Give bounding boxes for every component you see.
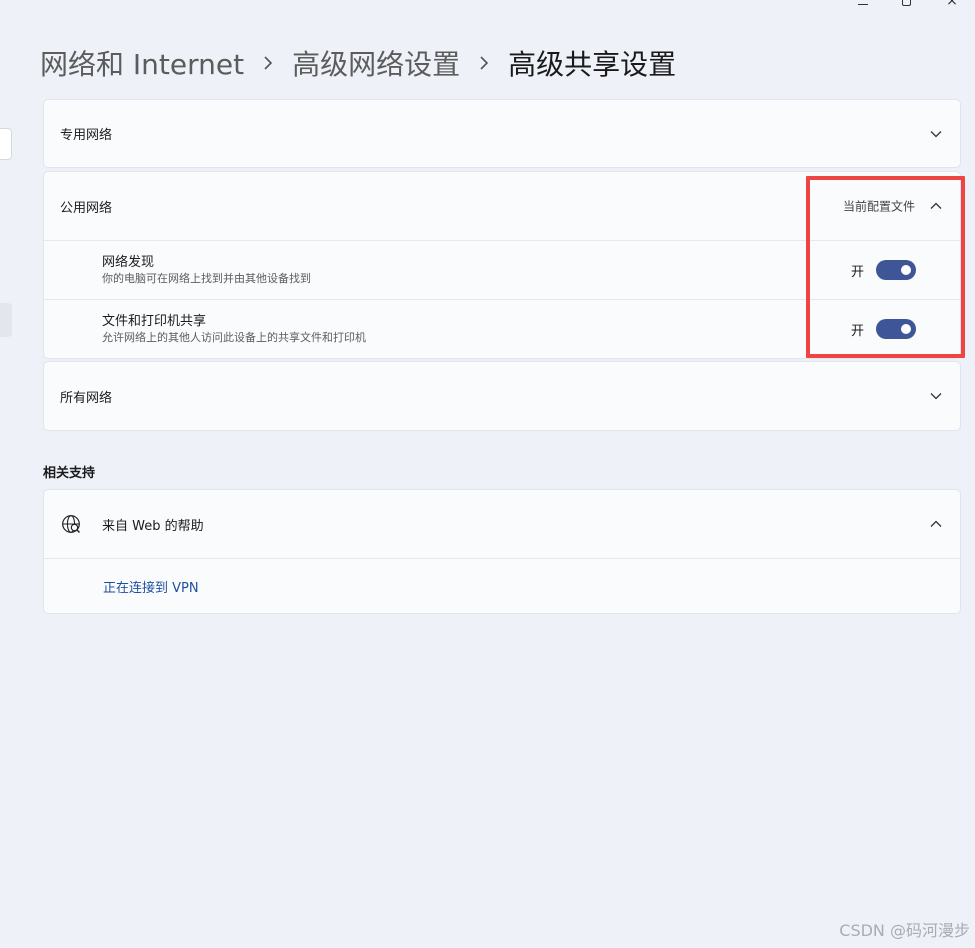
private-network-card[interactable]: 专用网络 — [43, 99, 961, 168]
file-printer-sharing-toggle[interactable] — [876, 319, 916, 339]
all-networks-title: 所有网络 — [60, 390, 113, 406]
minimize-button[interactable] — [843, 0, 883, 10]
related-support-heading: 相关支持 — [43, 466, 96, 481]
public-network-card: 公用网络 当前配置文件 网络发现 你的电脑可在网络上找到并由其他设备找到 开 文… — [43, 171, 961, 359]
network-discovery-description: 你的电脑可在网络上找到并由其他设备找到 — [102, 272, 311, 285]
close-icon: × — [946, 0, 958, 9]
vpn-help-link[interactable]: 正在连接到 VPN — [103, 577, 199, 596]
web-help-header[interactable]: 来自 Web 的帮助 — [44, 490, 960, 558]
chevron-up-icon[interactable] — [928, 516, 944, 532]
page-title: 高级共享设置 — [508, 48, 677, 81]
file-printer-sharing-title: 文件和打印机共享 — [102, 314, 207, 329]
chevron-up-icon[interactable] — [928, 198, 944, 214]
file-printer-sharing-description: 允许网络上的其他人访问此设备上的共享文件和打印机 — [102, 331, 366, 344]
all-networks-header[interactable]: 所有网络 — [44, 362, 960, 430]
nav-selected-item[interactable] — [0, 303, 12, 337]
maximize-icon — [901, 0, 911, 6]
nav-search-input[interactable] — [0, 128, 12, 160]
related-support-card: 来自 Web 的帮助 正在连接到 VPN — [43, 489, 961, 614]
file-printer-sharing-state: 开 — [850, 323, 864, 339]
all-networks-card[interactable]: 所有网络 — [43, 361, 961, 431]
web-help-title: 来自 Web 的帮助 — [102, 518, 204, 534]
public-network-title: 公用网络 — [60, 200, 113, 216]
file-printer-sharing-row: 文件和打印机共享 允许网络上的其他人访问此设备上的共享文件和打印机 开 — [44, 300, 960, 358]
network-discovery-toggle[interactable] — [876, 260, 916, 280]
maximize-button[interactable] — [883, 0, 929, 10]
window-controls: × — [843, 0, 975, 10]
private-network-title: 专用网络 — [60, 128, 113, 143]
network-discovery-state: 开 — [850, 264, 864, 280]
network-discovery-row: 网络发现 你的电脑可在网络上找到并由其他设备找到 开 — [44, 241, 960, 299]
breadcrumb: 网络和 Internet 高级网络设置 高级共享设置 — [40, 42, 676, 84]
chevron-down-icon[interactable] — [928, 126, 944, 142]
private-network-header[interactable]: 专用网络 — [44, 100, 960, 167]
close-button[interactable]: × — [929, 0, 975, 10]
help-link-row: 正在连接到 VPN — [44, 559, 960, 613]
breadcrumb-network-internet[interactable]: 网络和 Internet — [40, 43, 244, 83]
chevron-down-icon[interactable] — [928, 388, 944, 404]
globe-search-icon — [60, 513, 82, 535]
network-discovery-title: 网络发现 — [102, 255, 155, 270]
minimize-icon — [858, 4, 868, 5]
watermark-text: CSDN @码河漫步 — [839, 921, 970, 940]
toggle-knob — [901, 265, 911, 275]
public-network-header[interactable]: 公用网络 当前配置文件 — [44, 172, 960, 240]
file-printer-sharing-control: 开 — [851, 319, 916, 339]
chevron-right-icon — [478, 56, 490, 70]
current-profile-label: 当前配置文件 — [842, 199, 915, 214]
network-discovery-control: 开 — [851, 260, 916, 280]
chevron-right-icon — [262, 56, 274, 70]
breadcrumb-advanced-network[interactable]: 高级网络设置 — [292, 43, 460, 83]
toggle-knob — [901, 324, 911, 334]
